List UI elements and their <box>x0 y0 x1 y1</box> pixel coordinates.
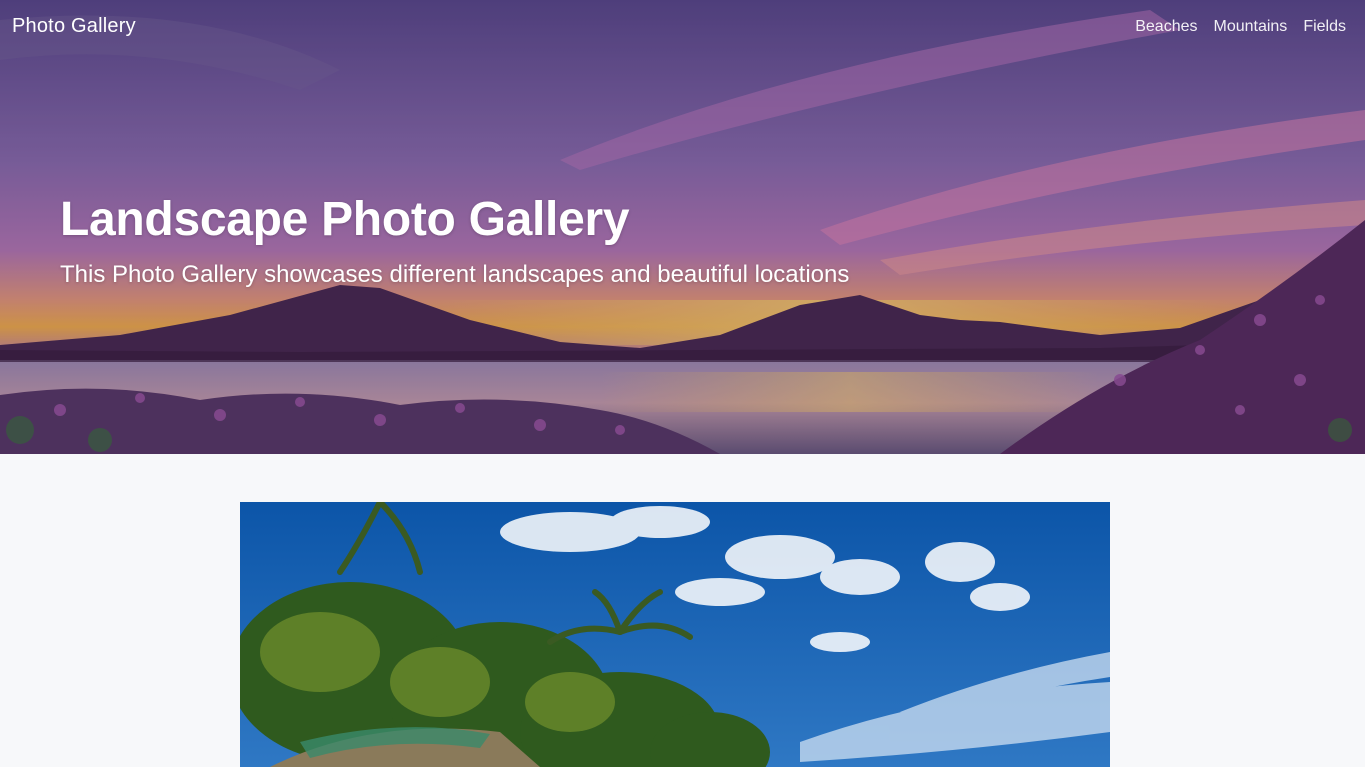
beach-photo[interactable] <box>240 502 1110 767</box>
beach-photo-image <box>240 502 1110 767</box>
nav-link-mountains[interactable]: Mountains <box>1213 18 1287 36</box>
nav-link-fields[interactable]: Fields <box>1303 18 1346 36</box>
brand-link[interactable]: Photo Gallery <box>12 15 136 38</box>
top-navbar: Photo Gallery Beaches Mountains Fields <box>0 0 1365 56</box>
hero-subtitle: This Photo Gallery showcases different l… <box>60 261 850 288</box>
nav-links: Beaches Mountains Fields <box>1135 18 1346 36</box>
nav-link-beaches[interactable]: Beaches <box>1135 18 1197 36</box>
hero-title: Landscape Photo Gallery <box>60 193 630 246</box>
hero-banner: Photo Gallery Beaches Mountains Fields L… <box>0 0 1365 454</box>
